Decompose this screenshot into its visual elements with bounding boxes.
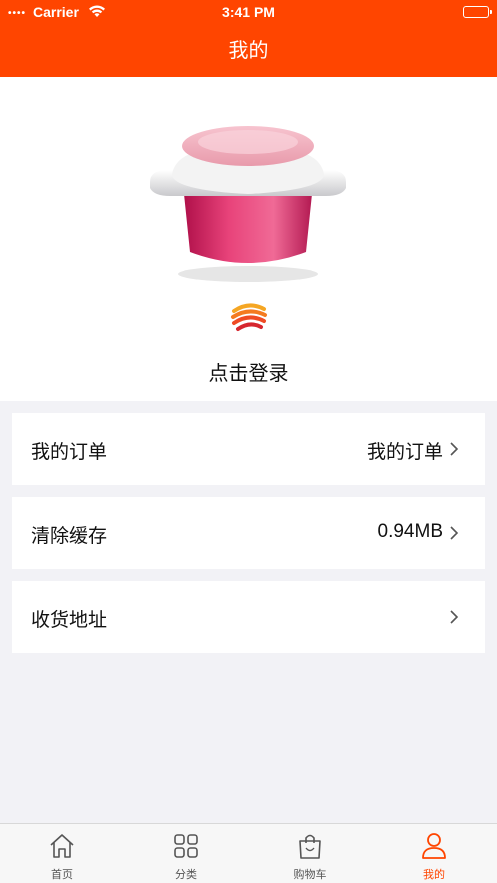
chevron-right-icon xyxy=(450,610,459,624)
tab-cart[interactable]: 购物车 xyxy=(248,824,372,883)
shipping-address-row[interactable]: 收货地址 xyxy=(12,581,485,653)
tab-category[interactable]: 分类 xyxy=(124,824,248,883)
home-icon xyxy=(50,834,74,858)
tab-mine[interactable]: 我的 xyxy=(372,824,496,883)
tab-label: 首页 xyxy=(51,869,73,881)
status-bar: •••• Carrier 3:41 PM xyxy=(0,0,497,25)
nav-bar: 我的 xyxy=(0,25,497,77)
shopping-bag-icon xyxy=(299,834,321,859)
chevron-right-icon xyxy=(450,526,459,540)
chevron-right-icon xyxy=(450,442,459,456)
tab-bar: 首页 分类 购物车 我的 xyxy=(0,823,497,883)
grid-icon xyxy=(174,834,198,858)
tab-label: 分类 xyxy=(175,869,197,881)
clear-cache-row[interactable]: 清除缓存 0.94MB xyxy=(12,497,485,569)
avatar[interactable] xyxy=(146,124,350,284)
page-title: 我的 xyxy=(228,40,269,62)
row-label: 清除缓存 xyxy=(31,526,108,547)
row-value: 我的订单 xyxy=(366,442,443,463)
tab-home[interactable]: 首页 xyxy=(0,824,124,883)
row-label: 我的订单 xyxy=(31,442,108,463)
cache-size: 0.94MB xyxy=(377,521,443,542)
row-label: 收货地址 xyxy=(31,610,108,631)
login-button[interactable]: 点击登录 xyxy=(0,357,497,386)
clock: 3:41 PM xyxy=(222,4,275,20)
user-icon xyxy=(422,833,446,859)
my-orders-row[interactable]: 我的订单 我的订单 xyxy=(12,413,485,485)
profile-header: 点击登录 xyxy=(0,77,497,401)
brand-logo xyxy=(231,299,267,333)
tab-label: 购物车 xyxy=(293,869,327,881)
battery-icon xyxy=(463,6,492,18)
tab-label: 我的 xyxy=(423,869,445,881)
